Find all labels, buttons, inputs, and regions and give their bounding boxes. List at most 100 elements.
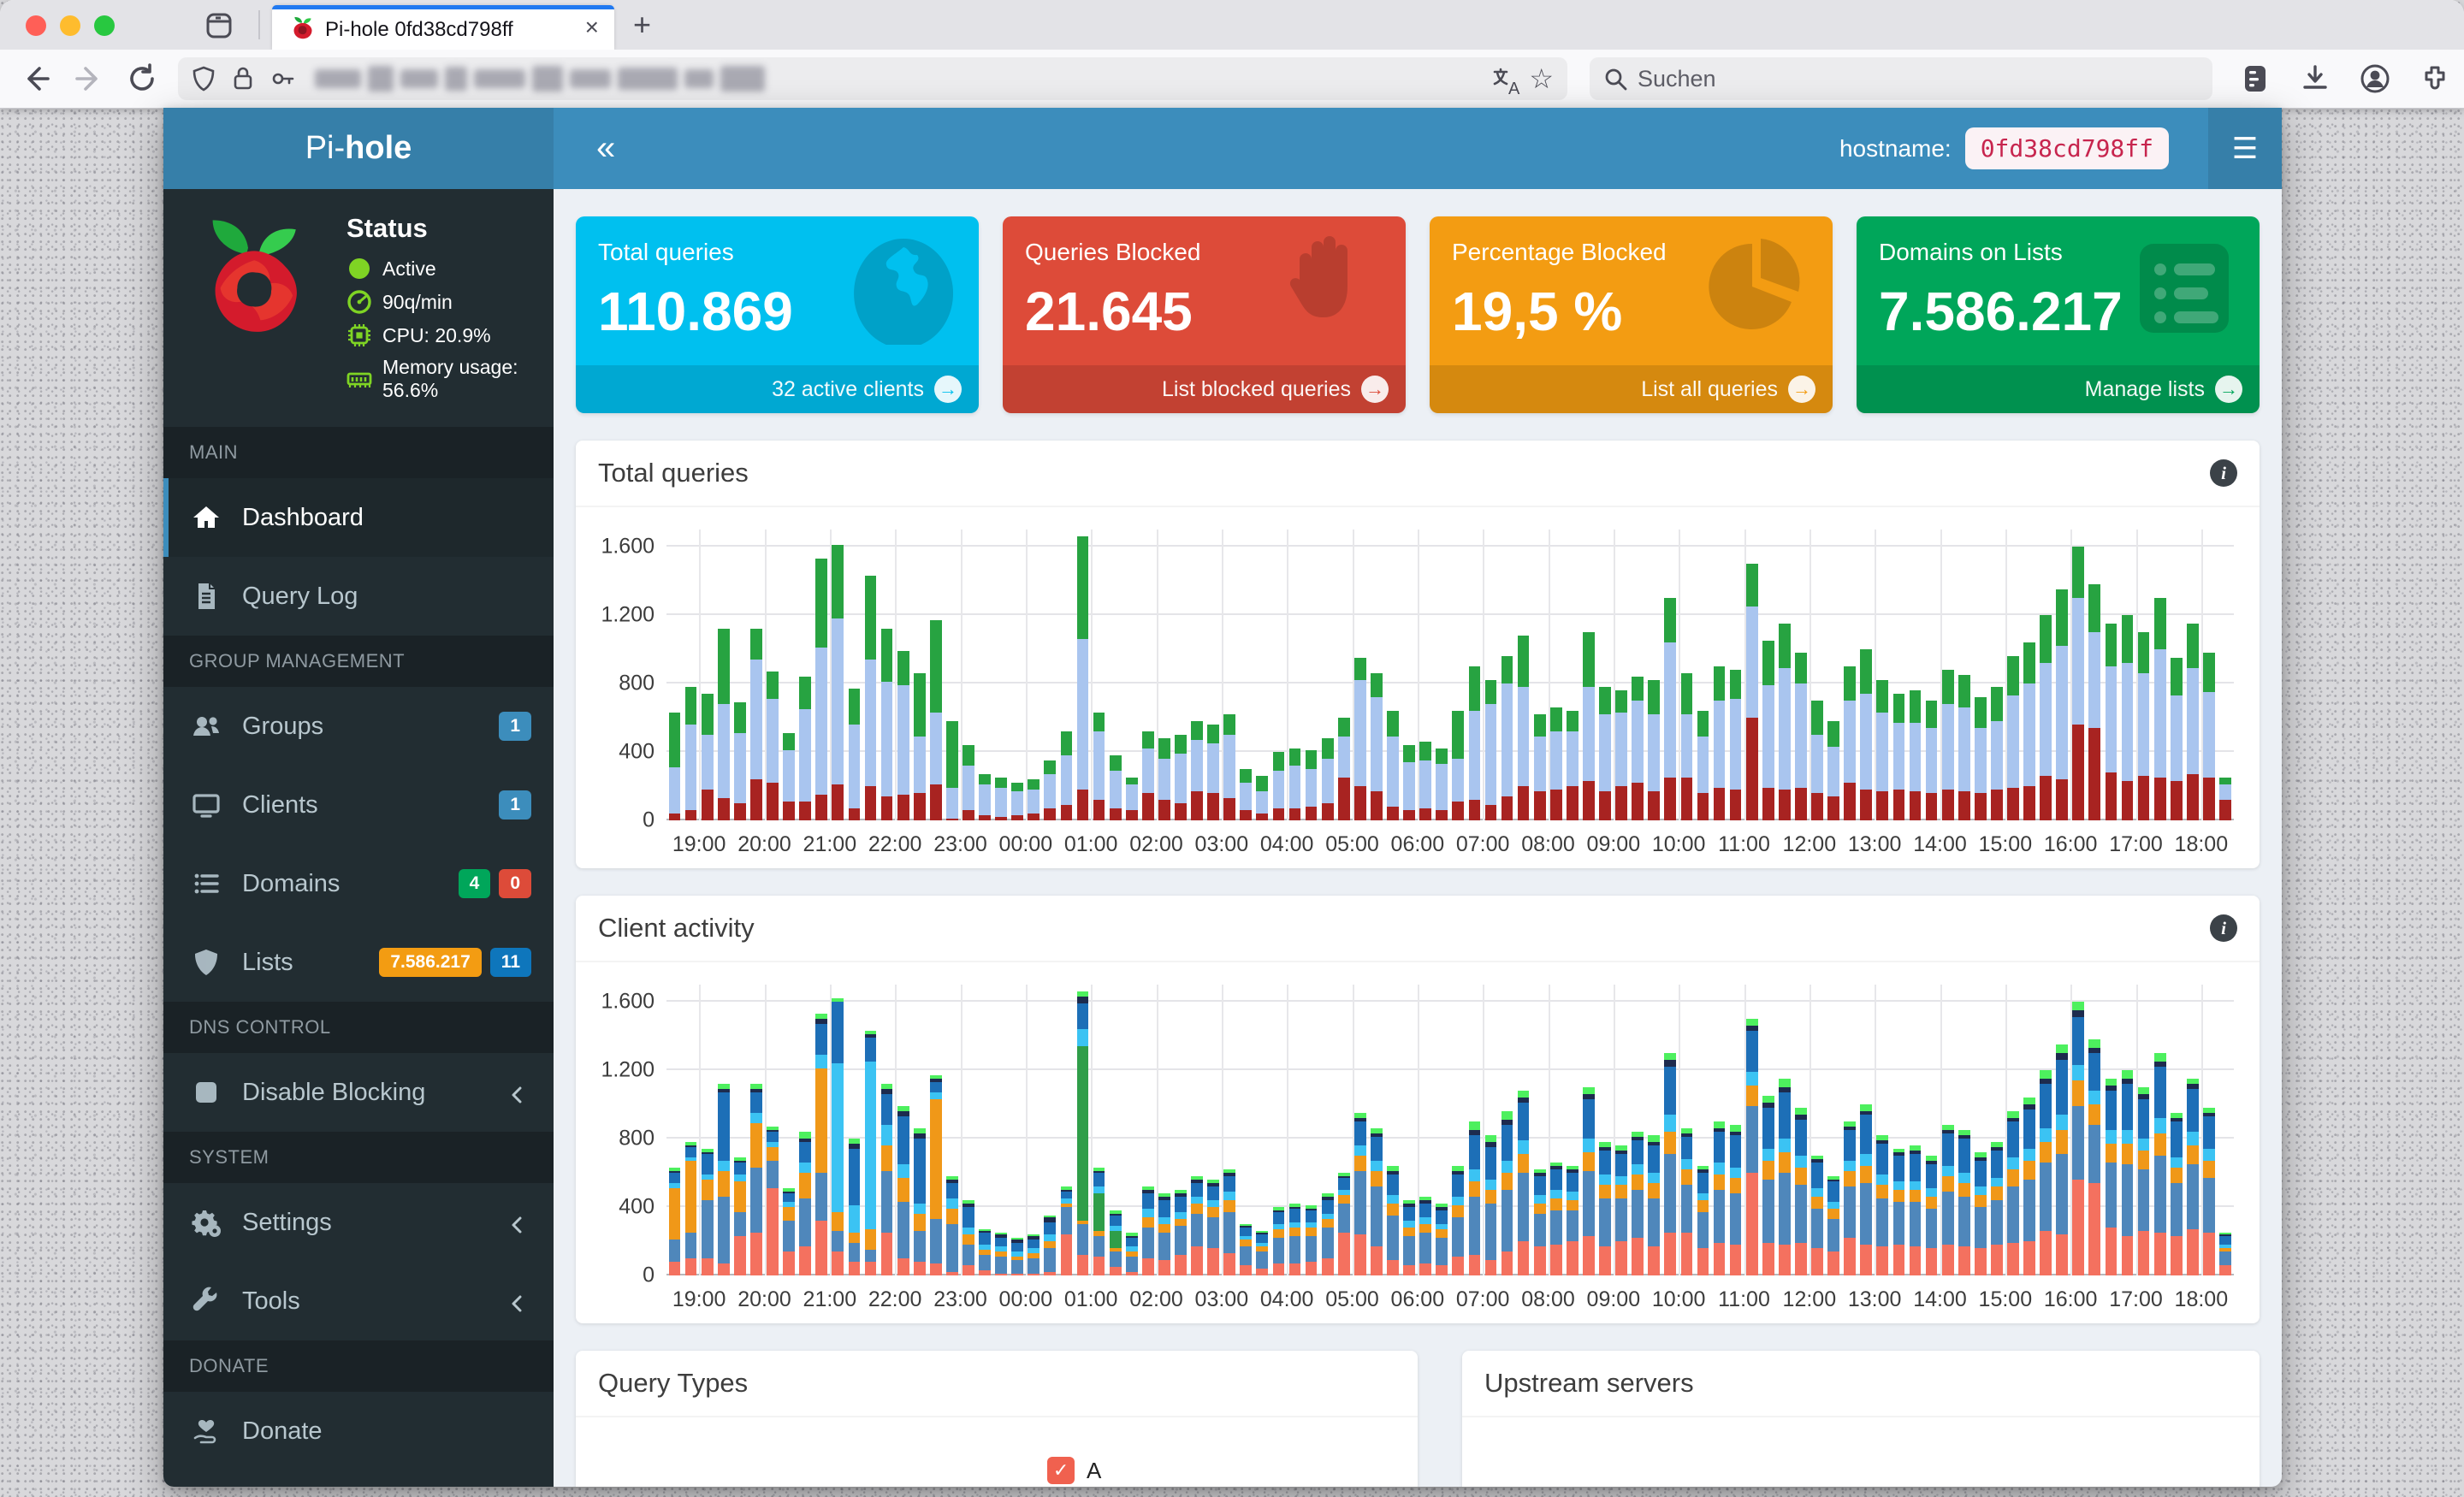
bar-segment (1533, 791, 1546, 820)
bar-segment (1892, 1181, 1905, 1191)
bar-segment (1175, 754, 1187, 803)
translate-icon[interactable]: A (1490, 65, 1524, 98)
sidebar-item-groups[interactable]: Groups 1 (163, 687, 554, 766)
sidebar-item-tools[interactable]: Tools (163, 1262, 554, 1340)
sidebar-item-lists[interactable]: Lists 7.586.217 11 (163, 923, 554, 1002)
bar-slot (1727, 985, 1744, 1275)
extensions-icon[interactable] (2418, 62, 2452, 96)
app-menu-hamburger-icon[interactable]: ☰ (2208, 108, 2282, 189)
account-icon[interactable] (2358, 62, 2392, 96)
bar-segment (2137, 776, 2150, 820)
sidebar-item-dashboard[interactable]: Dashboard (163, 478, 554, 557)
bar-segment (1811, 735, 1823, 793)
bar-slot (1172, 530, 1188, 820)
bar-slot (846, 985, 862, 1275)
bar-segment (848, 725, 861, 808)
stacked-bar (2170, 985, 2183, 1275)
bar-segment (1566, 1210, 1578, 1241)
bar-segment (701, 1180, 714, 1200)
arrow-circle-icon: → (1361, 376, 1389, 403)
info-icon[interactable]: i (2210, 459, 2237, 487)
bar-segment (767, 1147, 779, 1161)
tab-close-icon[interactable]: × (585, 14, 599, 41)
pihole-raspberry-logo (212, 220, 297, 332)
bar-segment (995, 1238, 1007, 1247)
donate-icon (191, 1416, 222, 1447)
bar-segment (1762, 788, 1774, 820)
bar-segment (2056, 779, 2069, 820)
shield-icon[interactable] (190, 65, 217, 92)
bar-segment (1371, 1161, 1383, 1172)
card-footer-link[interactable]: 32 active clients → (576, 365, 979, 413)
bar-segment (2007, 1121, 2019, 1157)
stacked-bar (1256, 985, 1269, 1275)
bar-segment (1240, 783, 1253, 810)
bar-segment (2056, 1044, 2069, 1054)
bar-segment (783, 733, 795, 750)
bar-segment (750, 779, 762, 820)
bar-segment (783, 802, 795, 820)
sidebar-item-domains[interactable]: Domains 4 0 (163, 844, 554, 923)
bar-segment (946, 1198, 958, 1210)
window-zoom-button[interactable] (94, 15, 115, 36)
sidebar-item-donate[interactable]: Donate (163, 1392, 554, 1470)
bar-segment (1337, 1178, 1350, 1191)
bar-segment (1648, 1173, 1661, 1184)
card-footer-link[interactable]: List all queries → (1430, 365, 1833, 413)
back-icon[interactable] (19, 62, 53, 96)
address-bar[interactable]: A ☆ (178, 57, 1567, 100)
bar-segment (1387, 807, 1399, 820)
reload-icon[interactable] (125, 62, 159, 96)
sidebar-item-clients[interactable]: Clients 1 (163, 766, 554, 844)
window-minimize-button[interactable] (60, 15, 80, 36)
card-footer-link[interactable]: List blocked queries → (1003, 365, 1406, 413)
bar-segment (1925, 701, 1938, 728)
browser-chrome: Pi-hole 0fd38cd798ff × + A ☆ Suchen (0, 0, 2464, 109)
legend-checkbox-a[interactable]: ✓ A (1047, 1457, 1101, 1484)
new-tab-button[interactable]: + (633, 7, 651, 43)
bar-segment (2170, 1236, 2183, 1275)
stacked-bar (2088, 530, 2101, 820)
key-icon[interactable] (269, 65, 296, 92)
downloads-icon[interactable] (2298, 62, 2332, 96)
bar-segment (1844, 783, 1857, 820)
bar-segment (799, 1132, 812, 1139)
bar-slot (1548, 985, 1564, 1275)
stacked-bar (668, 985, 681, 1275)
bar-slot (1679, 985, 1695, 1275)
sidebar-collapse-icon[interactable]: « (596, 129, 615, 168)
stacked-bar (733, 530, 746, 820)
info-icon[interactable]: i (2210, 914, 2237, 942)
search-bar[interactable]: Suchen (1590, 57, 2212, 100)
bar-slot (1630, 530, 1646, 820)
stacked-bar (1060, 985, 1073, 1275)
bar-segment (1664, 642, 1677, 778)
sidebar-item-disable-blocking[interactable]: Disable Blocking (163, 1053, 554, 1132)
lock-icon[interactable] (229, 65, 257, 92)
bar-segment (1256, 791, 1269, 814)
bar-segment (1632, 677, 1644, 701)
density-sidebar-icon[interactable] (2238, 62, 2272, 96)
y-tick-label: 1.600 (601, 989, 654, 1014)
bar-segment (750, 1168, 762, 1233)
stacked-bar (2088, 985, 2101, 1275)
bar-segment (1191, 1214, 1203, 1246)
browser-tab[interactable]: Pi-hole 0fd38cd798ff × (272, 5, 614, 50)
bar-segment (1109, 771, 1122, 808)
bar-segment (2121, 615, 2134, 663)
forward-icon[interactable] (72, 62, 106, 96)
bar-segment (1860, 790, 1873, 820)
bar-segment (1337, 1195, 1350, 1204)
sidebar-item-settings[interactable]: Settings (163, 1183, 554, 1262)
bookmark-star-icon[interactable]: ☆ (1529, 62, 1554, 95)
card-footer-link[interactable]: Manage lists → (1857, 365, 2260, 413)
firefox-view-icon[interactable] (204, 10, 234, 41)
bar-slot (830, 530, 846, 820)
sidebar-item-query-log[interactable]: Query Log (163, 557, 554, 636)
bar-slot (1466, 530, 1483, 820)
bar-segment (2056, 1115, 2069, 1130)
bar-segment (1811, 701, 1823, 735)
window-close-button[interactable] (26, 15, 46, 36)
stacked-bar (1125, 985, 1138, 1275)
bar-slot (1238, 530, 1254, 820)
